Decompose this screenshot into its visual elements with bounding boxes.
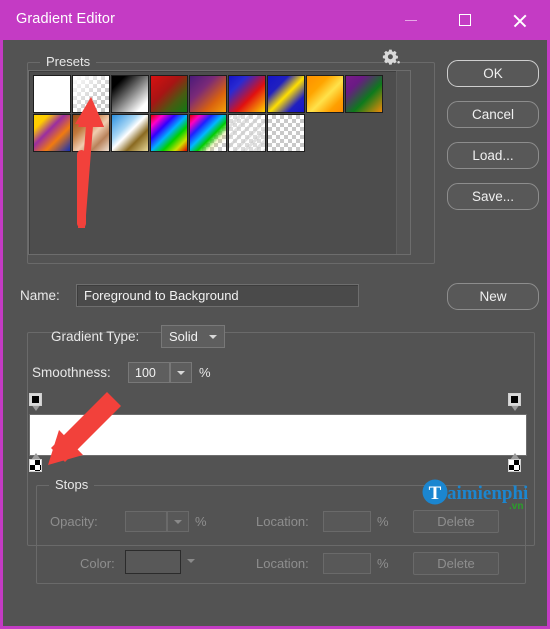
smoothness-dropdown-button[interactable] [170, 362, 192, 383]
preset-swatch-yellow-violet-orange-blue[interactable] [33, 114, 71, 152]
maximize-button[interactable] [442, 0, 488, 40]
preset-swatch-spectrum[interactable] [150, 114, 188, 152]
color-stop-swatch [29, 459, 42, 472]
minimize-icon [405, 19, 417, 21]
chevron-down-icon [209, 335, 217, 339]
title-bar: Gradient Editor [0, 0, 550, 40]
maximize-icon [459, 14, 471, 26]
name-input[interactable]: Foreground to Background [76, 284, 359, 307]
opacity-stop-left[interactable] [29, 393, 44, 412]
preset-swatch-transparent-rainbow[interactable] [189, 114, 227, 152]
color-location-label: Location: [256, 556, 309, 571]
preset-swatch-red-to-green[interactable] [150, 75, 188, 113]
gradient-type-select[interactable]: Solid [161, 325, 225, 348]
watermark-logo: T aimienphi .vn [421, 479, 537, 512]
preset-swatch-violet-green-orange[interactable] [345, 75, 383, 113]
cancel-button[interactable]: Cancel [447, 101, 539, 128]
presets-panel[interactable] [28, 70, 411, 255]
color-stop-left[interactable] [29, 452, 44, 472]
gradient-preview-bar[interactable] [29, 414, 527, 456]
opacity-stop-right[interactable] [508, 393, 523, 412]
gradient-type-label: Gradient Type: [51, 329, 140, 344]
opacity-location-unit: % [377, 514, 389, 529]
minimize-button[interactable] [388, 0, 434, 40]
preset-swatch-transparent-stripes[interactable] [228, 114, 266, 152]
new-button[interactable]: New [447, 283, 539, 310]
opacity-label: Opacity: [50, 514, 98, 529]
preset-swatch-foreground-to-transparent[interactable] [72, 75, 110, 113]
chevron-down-icon [177, 370, 185, 375]
stops-label: Stops [49, 477, 95, 492]
svg-text:T: T [429, 483, 442, 504]
load-button[interactable]: Load... [447, 142, 539, 169]
preset-swatch-blue-red-yellow[interactable] [228, 75, 266, 113]
smoothness-label: Smoothness: [32, 365, 111, 380]
smoothness-unit: % [199, 365, 211, 380]
presets-label: Presets [40, 54, 97, 69]
opacity-stop-swatch [29, 393, 42, 406]
preset-swatch-transparent-to-transparent[interactable] [267, 114, 305, 152]
color-label: Color: [80, 556, 115, 571]
color-stop-right[interactable] [508, 452, 523, 472]
opacity-location-input [323, 511, 371, 532]
color-stop-swatch [508, 459, 521, 472]
color-location-input [323, 553, 371, 574]
window-title: Gradient Editor [16, 11, 116, 27]
preset-swatch-white[interactable] [33, 75, 71, 113]
gradient-type-value: Solid [169, 329, 198, 344]
preset-swatch-blue-yellow-blue[interactable] [267, 75, 305, 113]
save-button[interactable]: Save... [447, 183, 539, 210]
preset-swatch-black-to-white[interactable] [111, 75, 149, 113]
smoothness-input[interactable]: 100 [128, 362, 170, 383]
gradient-editor-window: Gradient Editor Presets OK Cancel Load..… [0, 0, 550, 629]
name-label: Name: [20, 288, 60, 303]
color-location-unit: % [377, 556, 389, 571]
opacity-input [125, 511, 167, 532]
color-swatch-button [125, 550, 181, 574]
presets-scrollbar[interactable] [396, 71, 410, 254]
preset-swatch-chrome[interactable] [111, 114, 149, 152]
opacity-unit: % [195, 514, 207, 529]
chevron-down-icon [187, 559, 195, 563]
close-button[interactable] [496, 0, 542, 40]
chevron-down-icon [174, 519, 182, 524]
opacity-dropdown-button [167, 511, 189, 532]
close-icon [512, 13, 527, 28]
preset-swatch-violet-to-orange[interactable] [189, 75, 227, 113]
opacity-stop-swatch [508, 393, 521, 406]
gear-icon[interactable] [380, 47, 402, 69]
preset-swatch-copper[interactable] [72, 114, 110, 152]
delete-opacity-stop-button: Delete [413, 510, 499, 533]
delete-color-stop-button: Delete [413, 552, 499, 575]
preset-swatch-orange-yellow-orange[interactable] [306, 75, 344, 113]
ok-button[interactable]: OK [447, 60, 539, 87]
opacity-location-label: Location: [256, 514, 309, 529]
svg-text:.vn: .vn [509, 501, 523, 511]
